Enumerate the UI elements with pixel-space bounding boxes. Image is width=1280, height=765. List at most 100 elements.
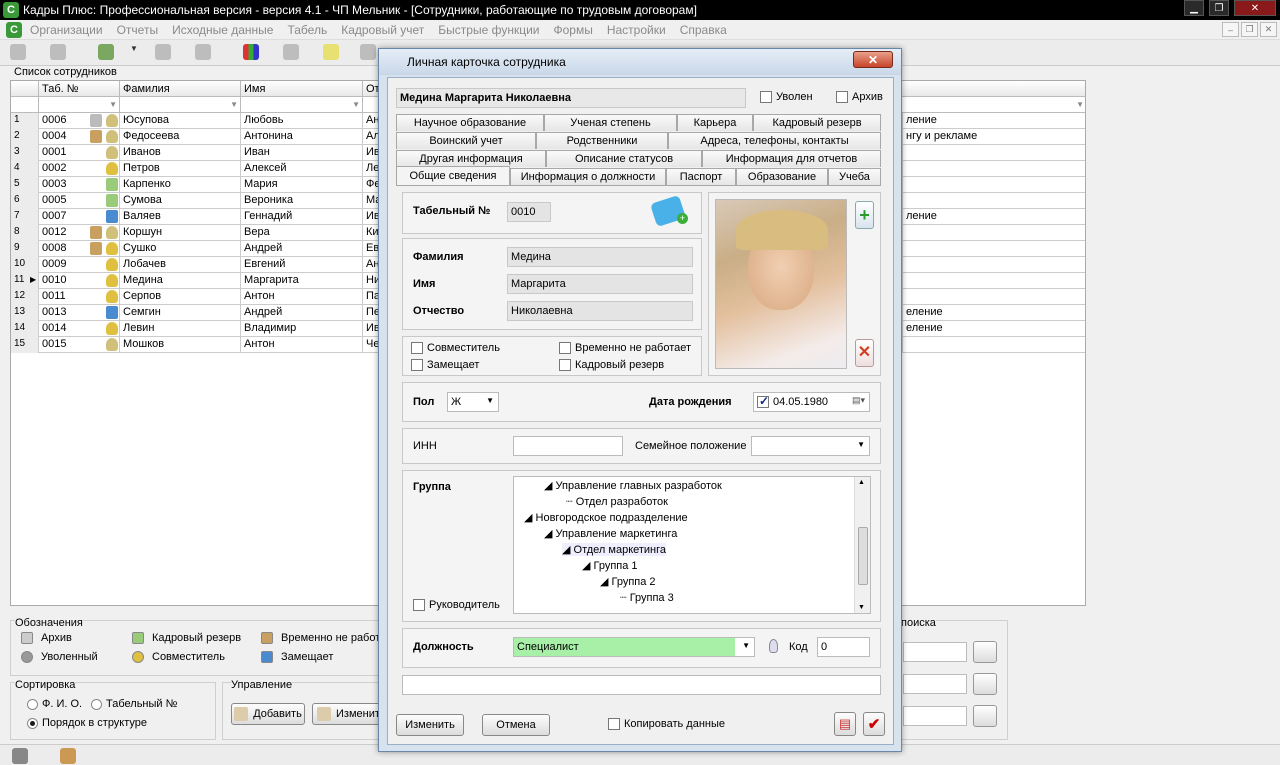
dialog-cancel-button[interactable]: Отмена xyxy=(482,714,550,736)
toolbar-document-icon[interactable] xyxy=(155,44,171,60)
toolbar-search-icon[interactable] xyxy=(360,44,376,60)
tab-general[interactable]: Общие сведения xyxy=(396,166,510,185)
add-button[interactable]: Добавить xyxy=(231,703,305,725)
maximize-icon[interactable]: ❐ xyxy=(1209,0,1229,16)
tab-personnel-reserve[interactable]: Кадровый резерв xyxy=(753,114,881,131)
search-calendar-icon[interactable] xyxy=(973,641,997,663)
menu-timesheet[interactable]: Табель xyxy=(287,23,327,37)
tab-position-info[interactable]: Информация о должности xyxy=(510,168,666,185)
grid-filter-name[interactable]: ▼ xyxy=(241,97,363,113)
grid-header-surname[interactable]: Фамилия xyxy=(120,81,241,97)
toolbar-copy-icon[interactable] xyxy=(195,44,211,60)
scroll-up-icon[interactable]: ▲ xyxy=(858,479,865,486)
search-people-icon[interactable] xyxy=(973,673,997,695)
menu-settings[interactable]: Настройки xyxy=(607,23,666,37)
tree-item[interactable]: ◢ Новгородское подразделение xyxy=(524,511,688,524)
toolbar-table-icon[interactable] xyxy=(283,44,299,60)
grid-header-tab[interactable]: Таб. № xyxy=(39,81,120,97)
search-field-1[interactable] xyxy=(903,642,967,662)
tab-military[interactable]: Воинский учет xyxy=(396,132,536,149)
parttime-checkbox[interactable]: Совместитель xyxy=(411,342,500,354)
menu-forms[interactable]: Формы xyxy=(553,23,592,37)
tree-scrollbar[interactable]: ▲ ▼ xyxy=(854,477,870,613)
surname-field[interactable]: Медина xyxy=(507,247,693,267)
tab-other-info[interactable]: Другая информация xyxy=(396,150,546,167)
mdi-close-icon[interactable]: ✕ xyxy=(1260,22,1277,37)
inn-field[interactable] xyxy=(513,436,623,456)
lightbulb-icon[interactable] xyxy=(769,639,778,653)
family-select[interactable]: ▼ xyxy=(751,436,870,456)
menu-hr[interactable]: Кадровый учет xyxy=(341,23,424,37)
menu-quick-functions[interactable]: Быстрые функции xyxy=(438,23,539,37)
grid-filter-surname[interactable]: ▼ xyxy=(120,97,241,113)
grid-header-name[interactable]: Имя xyxy=(241,81,363,97)
tree-scroll-thumb[interactable] xyxy=(858,527,868,585)
sort-fio[interactable]: Ф. И. О. xyxy=(27,698,82,710)
scroll-down-icon[interactable]: ▼ xyxy=(858,604,865,611)
status-gear-icon[interactable] xyxy=(60,748,76,764)
tree-item[interactable]: ┈ Отдел разработок xyxy=(566,495,668,508)
copy-data-checkbox[interactable]: Копировать данные xyxy=(608,718,725,730)
tab-contacts[interactable]: Адреса, телефоны, контакты xyxy=(668,132,881,149)
menu-organizations[interactable]: Организации xyxy=(30,23,103,37)
toolbar-new-icon[interactable] xyxy=(10,44,26,60)
gender-select[interactable]: Ж ▼ xyxy=(447,392,499,412)
dialog-edit-button[interactable]: Изменить xyxy=(396,714,464,736)
menu-app-icon[interactable]: С xyxy=(6,21,22,38)
tab-career[interactable]: Карьера xyxy=(677,114,753,131)
delete-photo-icon[interactable]: ✕ xyxy=(855,339,874,367)
toolbar-open-icon[interactable] xyxy=(50,44,66,60)
tab-relatives[interactable]: Родственники xyxy=(536,132,668,149)
name-field[interactable]: Маргарита xyxy=(507,274,693,294)
search-field-2[interactable] xyxy=(903,674,967,694)
add-photo-icon[interactable]: + xyxy=(855,201,874,229)
tab-study[interactable]: Учеба xyxy=(828,168,881,185)
tab-scientific-education[interactable]: Научное образование xyxy=(396,114,544,131)
toolbar-note-icon[interactable] xyxy=(323,44,339,60)
position-select[interactable]: Специалист ▼ xyxy=(513,637,755,657)
edit-list-button[interactable]: Изменит xyxy=(312,703,382,725)
toolbar-chart-icon[interactable] xyxy=(243,44,259,60)
toolbar-users-icon[interactable] xyxy=(98,44,114,60)
status-tool-icon[interactable] xyxy=(12,748,28,764)
tab-status-description[interactable]: Описание статусов xyxy=(546,150,702,167)
mdi-restore-icon[interactable]: ❐ xyxy=(1241,22,1258,37)
tree-item[interactable]: ◢ Управление маркетинга xyxy=(544,527,677,540)
patronymic-field[interactable]: Николаевна xyxy=(507,301,693,321)
sort-tab[interactable]: Табельный № xyxy=(91,698,177,710)
sort-structure[interactable]: Порядок в структуре xyxy=(27,717,147,729)
head-checkbox[interactable]: Руководитель xyxy=(413,599,500,611)
dialog-close-icon[interactable]: ✕ xyxy=(853,51,893,68)
document-pdf-icon[interactable]: ▤ xyxy=(834,712,856,736)
menu-reports[interactable]: Отчеты xyxy=(117,23,158,37)
search-magnifier-icon[interactable] xyxy=(973,705,997,727)
menu-help[interactable]: Справка xyxy=(680,23,727,37)
substitute-checkbox[interactable]: Замещает xyxy=(411,359,479,371)
search-field-3[interactable] xyxy=(903,706,967,726)
menu-source-data[interactable]: Исходные данные xyxy=(172,23,273,37)
code-field[interactable]: 0 xyxy=(817,637,870,657)
minimize-icon[interactable]: ▁ xyxy=(1184,0,1204,16)
tab-passport[interactable]: Паспорт xyxy=(666,168,736,185)
tree-item[interactable]: ◢ Управление главных разработок xyxy=(544,479,722,492)
fired-checkbox[interactable]: Уволен xyxy=(760,91,813,103)
birth-date-field[interactable]: 04.05.1980 ▤▾ xyxy=(753,392,870,412)
tab-number-field[interactable]: 0010 xyxy=(507,202,551,222)
tree-item[interactable]: ◢ Группа 2 xyxy=(600,575,656,588)
extra-info-field[interactable] xyxy=(402,675,881,695)
close-window-icon[interactable]: ✕ xyxy=(1234,0,1276,16)
toolbar-dropdown-icon[interactable]: ▼ xyxy=(130,44,140,60)
tab-report-info[interactable]: Информация для отчетов xyxy=(702,150,881,167)
mdi-minimize-icon[interactable]: ‒ xyxy=(1222,22,1239,37)
tree-item[interactable]: ◢ Группа 1 xyxy=(582,559,638,572)
archive-checkbox[interactable]: Архив xyxy=(836,91,883,103)
reserve-checkbox[interactable]: Кадровый резерв xyxy=(559,359,664,371)
confirm-check-icon[interactable]: ✔ xyxy=(863,712,885,736)
tab-degree[interactable]: Ученая степень xyxy=(544,114,677,131)
temp-not-working-checkbox[interactable]: Временно не работает xyxy=(559,342,691,354)
tab-education[interactable]: Образование xyxy=(736,168,828,185)
group-tree[interactable]: ◢ Управление главных разработок ┈ Отдел … xyxy=(513,476,871,614)
birth-date-checkbox[interactable] xyxy=(757,394,769,409)
grid-filter-tab[interactable]: ▼ xyxy=(39,97,120,113)
tree-item[interactable]: ┈ Группа 3 xyxy=(620,591,674,604)
